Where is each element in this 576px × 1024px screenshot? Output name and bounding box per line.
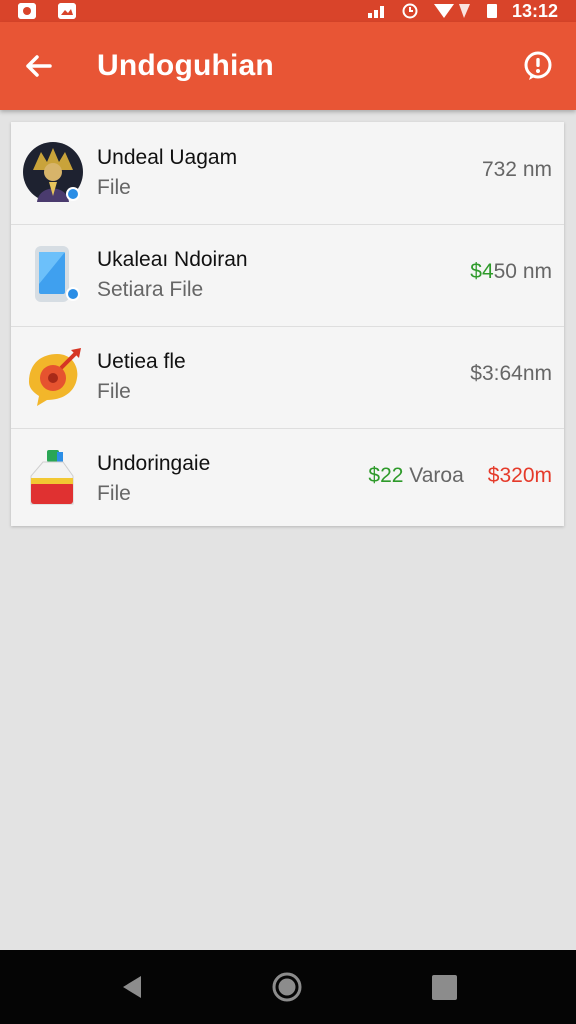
file-list-card: Undeal Uagam File 732 nm Ukaleaı Ndoiran… xyxy=(11,122,564,526)
item-value-group: $22 Varoa $320m xyxy=(368,464,552,488)
item-subtitle: File xyxy=(97,176,131,199)
media-disc-icon xyxy=(29,348,81,406)
item-value-mid: Varoa xyxy=(409,464,464,487)
item-subtitle: Setiara File xyxy=(97,278,204,301)
back-arrow-icon[interactable] xyxy=(22,50,54,82)
status-indicators: 13:12 xyxy=(367,0,558,22)
bottle-icon xyxy=(30,450,74,505)
profile-avatar-icon xyxy=(23,142,83,202)
clock-icon xyxy=(402,3,418,19)
item-value-group: 732 nm xyxy=(482,158,552,182)
status-notifications xyxy=(18,0,76,22)
item-title: Undoringaie xyxy=(97,452,211,475)
system-navigation-bar xyxy=(0,950,576,1024)
item-value-group: $450 nm xyxy=(470,260,552,284)
list-item[interactable]: Ukaleaı Ndoiran Setiara File $450 nm xyxy=(11,224,564,327)
item-title: Uetiea fle xyxy=(97,350,186,373)
wifi-icon xyxy=(433,4,470,18)
status-bar: 13:12 xyxy=(0,0,576,22)
item-value-group: $3:64nm xyxy=(470,362,552,386)
item-subtitle: File xyxy=(97,380,131,403)
notification-app-icon xyxy=(18,3,36,19)
item-value-red: $320m xyxy=(487,464,552,487)
notification-image-icon xyxy=(58,3,76,19)
item-title: Ukaleaı Ndoiran xyxy=(97,248,248,271)
item-value-rest: 50 nm xyxy=(493,260,552,283)
item-subtitle: File xyxy=(97,482,131,505)
item-value: $22 Varoa xyxy=(368,464,463,488)
phone-app-icon xyxy=(35,246,80,302)
app-bar: Undoguhian xyxy=(0,22,576,110)
status-time: 13:12 xyxy=(511,0,558,21)
nav-recent-icon[interactable] xyxy=(432,975,457,1000)
list-item[interactable]: Undoringaie File $22 Varoa $320m xyxy=(11,428,564,530)
list-item[interactable]: Uetiea fle File $3:64nm xyxy=(11,326,564,429)
list-item[interactable]: Undeal Uagam File 732 nm xyxy=(11,122,564,225)
page-title: Undoguhian xyxy=(97,49,274,82)
item-value-accent: $22 xyxy=(368,464,404,487)
signal-icon xyxy=(367,6,384,18)
battery-icon xyxy=(486,4,497,18)
nav-back-icon[interactable] xyxy=(119,974,145,1000)
item-value: $450 nm xyxy=(470,260,552,284)
item-value: $3:64nm xyxy=(470,362,552,385)
item-title: Undeal Uagam xyxy=(97,146,238,169)
nav-home-icon[interactable] xyxy=(272,972,302,1002)
item-value-accent: $4 xyxy=(470,260,494,283)
item-value: 732 nm xyxy=(481,158,552,181)
alert-icon[interactable] xyxy=(522,50,554,82)
